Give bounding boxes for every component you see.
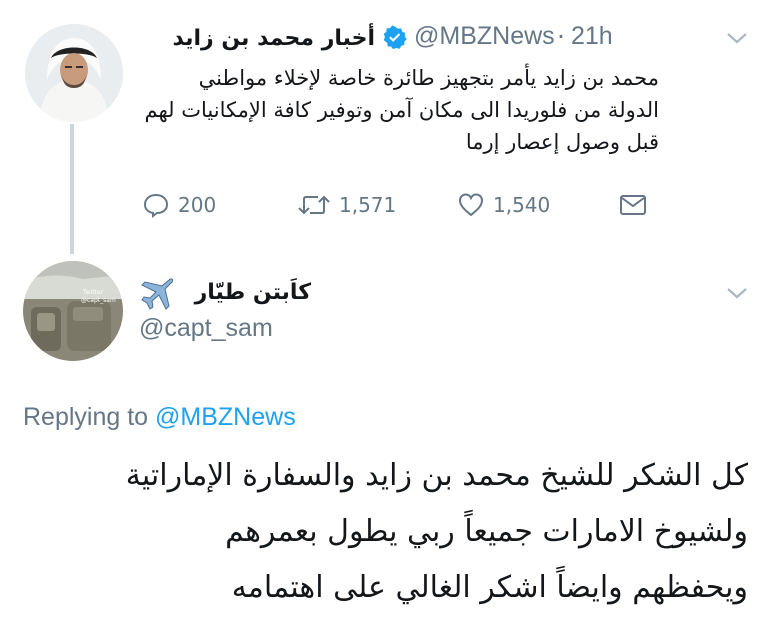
replying-to-label: Replying to <box>23 403 149 431</box>
retweet-action[interactable]: 1,571 <box>297 191 396 219</box>
parent-tweet-header: أخبار محمد بن زايد @MBZNews · 21h <box>139 22 659 56</box>
parent-text-line: الدولة من فلوريدا الى مكان آمن وتوفير كا… <box>144 98 659 122</box>
airplane-emoji-icon <box>139 276 175 312</box>
like-count: 1,540 <box>493 193 551 217</box>
parent-avatar[interactable] <box>25 24 123 122</box>
reply-icon <box>143 193 169 218</box>
replying-to-handle[interactable]: @MBZNews <box>155 403 296 431</box>
reply-tweet-text: كل الشكر للشيخ محمد بن زايد والسفارة الإ… <box>40 448 748 616</box>
message-icon <box>620 195 646 215</box>
reply-avatar[interactable]: Twitter @capt_sam <box>23 261 123 361</box>
header-separator: · <box>557 22 565 51</box>
reply-display-name[interactable]: كاَبتن طيّار <box>179 280 311 305</box>
like-action[interactable]: 1,540 <box>457 191 550 219</box>
reply-text-line: ولشيوخ الامارات جميعاً ربي يطول بعمرهم <box>225 514 748 549</box>
parent-text-line: قبل وصول إعصار إرما <box>465 130 659 154</box>
parent-display-name[interactable]: أخبار محمد بن زايد <box>139 26 375 51</box>
reply-action[interactable]: 200 <box>142 191 216 219</box>
avatar-watermark: @capt_sam <box>81 297 116 304</box>
reply-text-line: ويحفظهم وايضاً اشكر الغالي على اهتمامه <box>231 570 748 605</box>
reply-count: 200 <box>178 193 217 217</box>
retweet-count: 1,571 <box>339 193 397 217</box>
replying-to: Replying to @MBZNews <box>23 403 296 432</box>
reply-tweet-header: كاَبتن طيّار @capt_sam <box>139 276 439 346</box>
retweet-icon <box>298 195 330 215</box>
chevron-down-icon[interactable] <box>724 28 750 48</box>
reply-text-line: كل الشكر للشيخ محمد بن زايد والسفارة الإ… <box>125 458 748 493</box>
person-photo-icon <box>25 24 123 122</box>
thread-connector-line <box>70 124 74 254</box>
parent-timestamp[interactable]: 21h <box>571 22 613 51</box>
verified-badge-icon <box>382 25 408 51</box>
cabin-photo-icon <box>23 261 123 361</box>
parent-tweet-text: محمد بن زايد يأمر بتجهيز طائرة خاصة لإخل… <box>139 62 659 158</box>
parent-text-line: محمد بن زايد يأمر بتجهيز طائرة خاصة لإخل… <box>198 66 659 90</box>
reply-handle[interactable]: @capt_sam <box>139 314 273 343</box>
parent-handle[interactable]: @MBZNews <box>414 22 555 51</box>
chevron-down-icon[interactable] <box>724 283 750 303</box>
like-icon <box>458 193 484 217</box>
direct-message-action[interactable] <box>618 191 656 219</box>
avatar-watermark: Twitter <box>83 289 104 296</box>
